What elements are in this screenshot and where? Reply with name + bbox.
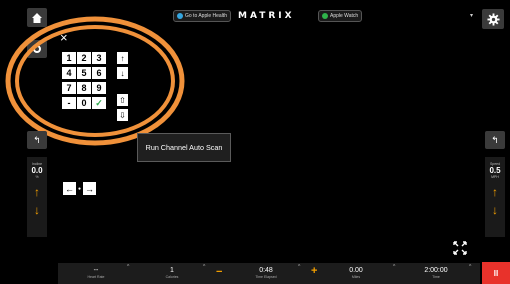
stat-time[interactable]: 2:00:00 Time (406, 263, 466, 284)
stat-label: Calories (165, 275, 179, 279)
nav-arrows: ← ● → (63, 182, 97, 195)
speed-panel: Speed 0.5 MPH ↑ ↓ (485, 157, 505, 237)
back-icon: ↰ (33, 134, 41, 145)
apple-watch-icon (322, 13, 328, 19)
caret-up-icon: ^ (298, 264, 301, 270)
left-back-button[interactable]: ↰ (27, 131, 47, 149)
stat-value: -- (93, 267, 99, 274)
speed-value[interactable]: 0.5 (485, 166, 505, 175)
matrix-logo: MATRIX (238, 11, 295, 21)
right-back-button[interactable]: ↰ (485, 131, 505, 149)
stat-label: Time (432, 275, 440, 279)
stat-miles[interactable]: 0.00 Miles (326, 263, 386, 284)
stat-value: 2:00:00 (424, 267, 448, 274)
apple-watch-badge[interactable]: Apple Watch (318, 10, 363, 22)
stat-label: Miles (351, 275, 361, 279)
settings-button[interactable] (482, 9, 504, 29)
back-icon: ↰ (491, 134, 499, 145)
stat-value: 1 (170, 267, 174, 274)
arrow-dot-icon: ● (78, 185, 82, 192)
stat-value: 0.00 (349, 267, 363, 274)
caret-up-icon: ^ (469, 264, 472, 270)
pause-icon: II (493, 268, 499, 278)
speed-unit: MPH (491, 175, 499, 179)
stat-label: Heart Rate (87, 275, 105, 279)
caret-up-icon: ^ (127, 264, 130, 270)
gear-icon (486, 12, 500, 26)
fullscreen-icon[interactable] (452, 240, 468, 256)
pause-button[interactable]: II (482, 262, 510, 284)
minus-button[interactable]: − (216, 266, 222, 278)
incline-up-button[interactable]: ↑ (27, 185, 47, 199)
caret-up-icon: ^ (203, 264, 206, 270)
highlight-ring (5, 16, 185, 146)
incline-panel: Incline 0.0 % ↑ ↓ (27, 157, 47, 237)
auto-scan-tooltip[interactable]: Run Channel Auto Scan (137, 133, 231, 162)
incline-unit: % (35, 175, 39, 179)
incline-down-button[interactable]: ↓ (27, 203, 47, 217)
stat-heart-rate[interactable]: -- Heart Rate (66, 263, 126, 284)
stat-value: 0:48 (259, 267, 273, 274)
apple-watch-label: Apple Watch (330, 13, 359, 19)
stat-time-elapsed[interactable]: 0:48 Time Elapsed (236, 263, 296, 284)
speed-down-button[interactable]: ↓ (485, 203, 505, 217)
incline-value[interactable]: 0.0 (27, 166, 47, 175)
arrow-left-button[interactable]: ← (63, 182, 76, 195)
dropdown-chevron-icon[interactable]: ▾ (470, 12, 473, 19)
plus-button[interactable]: + (311, 265, 317, 277)
arrow-right-button[interactable]: → (83, 182, 97, 195)
caret-up-icon: ^ (393, 264, 396, 270)
speed-up-button[interactable]: ↑ (485, 185, 505, 199)
stat-label: Time Elapsed (255, 275, 277, 279)
auto-scan-label: Run Channel Auto Scan (145, 143, 223, 152)
stat-calories[interactable]: 1 Calories (142, 263, 202, 284)
